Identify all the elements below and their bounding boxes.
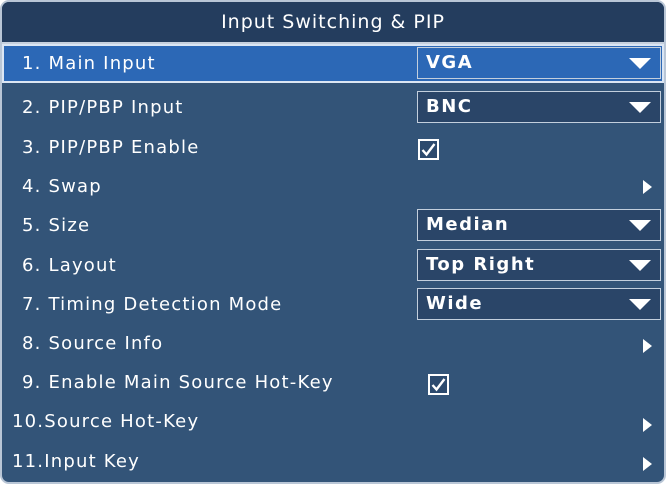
dropdown-value: Wide <box>426 293 484 314</box>
checkmark-icon <box>421 143 436 157</box>
menu-item-label: 2. PIP/PBP Input <box>22 97 184 118</box>
dropdown-value: Median <box>426 214 510 235</box>
triangle-down-icon <box>629 299 651 310</box>
menu-item-layout[interactable]: 6. Layout Top Right <box>2 246 664 285</box>
menu-item-label: 9. Enable Main Source Hot-Key <box>22 372 334 393</box>
menu-item-label: 1. Main Input <box>22 53 156 74</box>
menu-item-label: 3. PIP/PBP Enable <box>22 137 200 158</box>
menu-title: Input Switching & PIP <box>2 2 664 44</box>
pip-pbp-enable-checkbox[interactable] <box>418 139 439 160</box>
dropdown-value: VGA <box>426 52 474 73</box>
menu-item-timing-detection-mode[interactable]: 7. Timing Detection Mode Wide <box>2 285 664 324</box>
menu-item-enable-main-source-hotkey[interactable]: 9. Enable Main Source Hot-Key <box>2 363 664 402</box>
menu-item-label: 10.Source Hot-Key <box>12 411 200 432</box>
menu-item-label: 6. Layout <box>22 255 117 276</box>
menu-item-source-info[interactable]: 8. Source Info <box>2 324 664 363</box>
triangle-right-icon <box>643 339 652 353</box>
hotkey-enable-checkbox[interactable] <box>428 374 449 395</box>
dropdown-value: BNC <box>426 96 473 117</box>
menu-item-main-input[interactable]: 1. Main Input VGA <box>2 44 664 83</box>
size-dropdown[interactable]: Median <box>417 209 661 241</box>
triangle-down-icon <box>629 102 651 113</box>
checkmark-icon <box>431 378 446 392</box>
dropdown-value: Top Right <box>426 254 536 275</box>
osd-menu-panel: Input Switching & PIP 1. Main Input VGA … <box>0 0 666 484</box>
menu-item-label: 11.Input Key <box>12 451 140 472</box>
triangle-right-icon <box>643 418 652 432</box>
triangle-down-icon <box>629 220 651 231</box>
menu-item-input-key[interactable]: 11.Input Key <box>2 442 664 481</box>
triangle-right-icon <box>643 457 652 471</box>
menu-item-pip-pbp-input[interactable]: 2. PIP/PBP Input BNC <box>2 88 664 127</box>
menu-item-label: 5. Size <box>22 215 91 236</box>
timing-detection-mode-dropdown[interactable]: Wide <box>417 288 661 320</box>
menu-item-pip-pbp-enable[interactable]: 3. PIP/PBP Enable <box>2 128 664 167</box>
menu-item-size[interactable]: 5. Size Median <box>2 206 664 245</box>
triangle-down-icon <box>629 58 651 69</box>
layout-dropdown[interactable]: Top Right <box>417 249 661 281</box>
menu-item-source-hotkey[interactable]: 10.Source Hot-Key <box>2 402 664 441</box>
pip-pbp-input-dropdown[interactable]: BNC <box>417 91 661 123</box>
menu-item-label: 8. Source Info <box>22 333 164 354</box>
triangle-right-icon <box>643 180 652 194</box>
menu-item-label: 7. Timing Detection Mode <box>22 294 283 315</box>
triangle-down-icon <box>629 260 651 271</box>
main-input-dropdown[interactable]: VGA <box>417 47 661 79</box>
menu-item-swap[interactable]: 4. Swap <box>2 167 664 206</box>
menu-item-label: 4. Swap <box>22 176 102 197</box>
